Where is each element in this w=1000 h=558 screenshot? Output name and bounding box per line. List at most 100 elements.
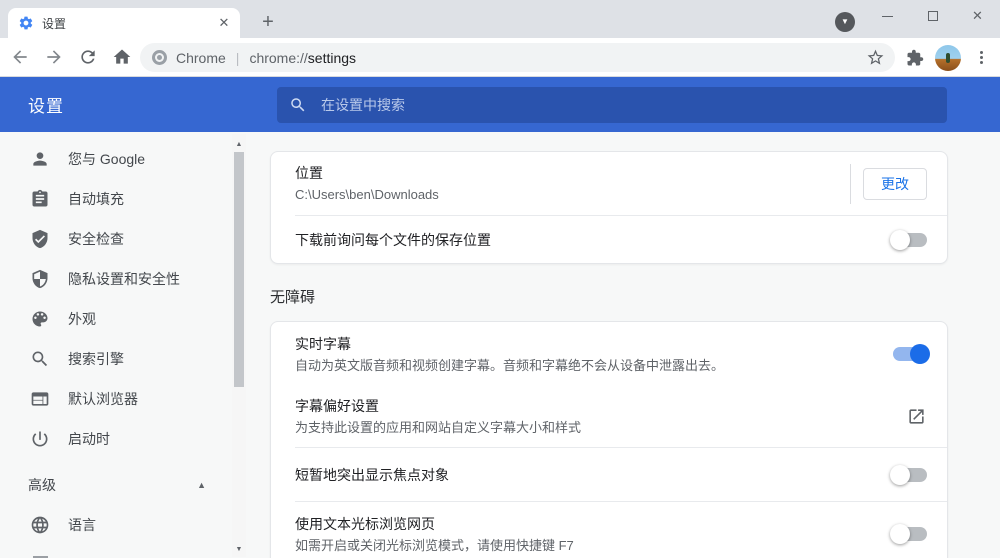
accessibility-section-title: 无障碍 bbox=[270, 289, 316, 306]
toggle-knob bbox=[890, 464, 910, 485]
sidebar-item-privacy-security[interactable]: 隐私设置和安全性 bbox=[0, 259, 232, 299]
home-button[interactable] bbox=[108, 43, 136, 71]
accessibility-card: 实时字幕 自动为英文版音频和视频创建字幕。音频和字幕绝不会从设备中泄露出去。 字… bbox=[270, 321, 948, 558]
extensions-button[interactable] bbox=[901, 44, 929, 72]
caret-browsing-row: 使用文本光标浏览网页 如需开启或关闭光标浏览模式，请使用快捷键 F7 bbox=[271, 502, 947, 558]
location-title: 位置 bbox=[295, 165, 323, 181]
chevron-up-icon: ▲ bbox=[197, 480, 206, 490]
browser-menu-button[interactable] bbox=[967, 44, 995, 72]
gear-favicon-icon bbox=[19, 16, 33, 30]
caret-browsing-toggle[interactable] bbox=[890, 524, 927, 544]
sidebar-item-autofill[interactable]: 自动填充 bbox=[0, 179, 232, 219]
sidebar-item-label: 外观 bbox=[68, 311, 96, 327]
sidebar-item-label: 默认浏览器 bbox=[68, 391, 138, 407]
window-controls: ✕ bbox=[865, 0, 1000, 38]
highlight-focus-row: 短暂地突出显示焦点对象 bbox=[271, 448, 947, 501]
sidebar-item-appearance[interactable]: 外观 bbox=[0, 299, 232, 339]
arrow-forward-icon bbox=[47, 50, 61, 64]
sidebar-item-safety-check[interactable]: 安全检查 bbox=[0, 219, 232, 259]
reload-button[interactable] bbox=[74, 43, 102, 71]
ask-download-location-toggle[interactable] bbox=[890, 229, 927, 250]
download-location-row: 位置 C:\Users\ben\Downloads 更改 bbox=[271, 152, 947, 215]
globe-icon bbox=[31, 516, 49, 534]
sidebar-item-label: 搜索引擎 bbox=[68, 351, 124, 367]
sidebar-item-default-browser[interactable]: 默认浏览器 bbox=[0, 379, 232, 419]
page-title: 设置 bbox=[28, 97, 64, 116]
sidebar-item-label: 自动填充 bbox=[68, 191, 124, 207]
ask-download-location-row: 下载前询问每个文件的保存位置 bbox=[271, 216, 947, 263]
forward-button[interactable] bbox=[40, 43, 68, 71]
vertical-separator bbox=[850, 163, 851, 204]
search-icon bbox=[32, 351, 48, 367]
caret-browsing-title: 使用文本光标浏览网页 bbox=[295, 515, 435, 532]
star-icon bbox=[867, 49, 884, 65]
scrollbar-thumb[interactable] bbox=[234, 152, 244, 387]
sidebar-item-languages[interactable]: 语言 bbox=[0, 505, 232, 545]
close-button[interactable]: ✕ bbox=[955, 0, 1000, 32]
person-icon bbox=[33, 152, 47, 166]
chrome-logo-icon bbox=[152, 50, 167, 65]
downloads-card: 位置 C:\Users\ben\Downloads 更改 下载前询问每个文件的保… bbox=[270, 151, 948, 264]
arrow-back-icon bbox=[13, 50, 27, 64]
live-caption-title: 实时字幕 bbox=[295, 335, 351, 352]
settings-content: 位置 C:\Users\ben\Downloads 更改 下载前询问每个文件的保… bbox=[232, 132, 1000, 558]
sidebar-item-label: 启动时 bbox=[68, 431, 110, 447]
sidebar-item-label: 您与 Google bbox=[68, 151, 146, 167]
content-scrollbar[interactable]: ▲ ▼ bbox=[232, 134, 246, 557]
sidebar-advanced-toggle[interactable]: 高级 ▲ bbox=[0, 465, 232, 505]
site-chip-label: Chrome bbox=[176, 49, 226, 66]
new-tab-button[interactable]: + bbox=[254, 9, 282, 37]
settings-header: 设置 bbox=[0, 77, 1000, 132]
tab-strip: 设置 ✕ + ▼ ✕ bbox=[0, 0, 1000, 38]
sidebar-item-you-and-google[interactable]: 您与 Google bbox=[0, 139, 232, 179]
chevron-down-icon: ▼ bbox=[841, 17, 849, 26]
bookmark-button[interactable] bbox=[866, 48, 886, 68]
tab-settings[interactable]: 设置 ✕ bbox=[8, 8, 240, 38]
toggle-knob bbox=[890, 524, 910, 544]
caret-browsing-desc: 如需开启或关闭光标浏览模式，请使用快捷键 F7 bbox=[295, 537, 574, 553]
live-caption-row: 实时字幕 自动为英文版音频和视频创建字幕。音频和字幕绝不会从设备中泄露出去。 bbox=[271, 322, 947, 386]
sidebar-item-label: 隐私设置和安全性 bbox=[68, 271, 180, 287]
sidebar-item-label: 语言 bbox=[68, 517, 96, 533]
home-icon bbox=[113, 49, 131, 64]
tab-title: 设置 bbox=[42, 16, 67, 31]
settings-sidebar: 您与 Google 自动填充 安全检查 隐私设置和安全性 外观 搜索引擎 默认浏… bbox=[0, 132, 232, 558]
toggle-knob bbox=[890, 229, 910, 250]
settings-search-input[interactable] bbox=[321, 97, 903, 113]
maximize-button[interactable] bbox=[910, 0, 955, 32]
browser-window: 设置 ✕ + ▼ ✕ Chrome | chrome://settings 设置… bbox=[0, 0, 1000, 558]
open-in-new-icon bbox=[909, 408, 924, 424]
shield-icon bbox=[32, 269, 48, 289]
highlight-focus-title: 短暂地突出显示焦点对象 bbox=[295, 466, 449, 483]
minimize-icon bbox=[882, 15, 893, 17]
ask-row-title: 下载前询问每个文件的保存位置 bbox=[295, 231, 491, 248]
sidebar-item-label: 安全检查 bbox=[68, 231, 124, 247]
external-link-button[interactable] bbox=[907, 407, 927, 427]
scroll-down-arrow[interactable]: ▼ bbox=[232, 542, 246, 556]
browser-toolbar: Chrome | chrome://settings bbox=[0, 38, 1000, 77]
profile-avatar[interactable] bbox=[935, 44, 961, 71]
browser-window-icon bbox=[31, 392, 49, 406]
sidebar-item-search-engine[interactable]: 搜索引擎 bbox=[0, 339, 232, 379]
back-button[interactable] bbox=[6, 43, 34, 71]
tab-close-icon[interactable]: ✕ bbox=[216, 15, 232, 31]
change-location-button[interactable]: 更改 bbox=[863, 167, 927, 200]
url-separator: | bbox=[235, 49, 240, 66]
location-path: C:\Users\ben\Downloads bbox=[295, 187, 439, 202]
caption-preferences-row[interactable]: 字幕偏好设置 为支持此设置的应用和网站自定义字幕大小和样式 bbox=[271, 386, 947, 447]
maximize-icon bbox=[927, 11, 938, 21]
tab-search-button[interactable]: ▼ bbox=[835, 12, 855, 32]
live-caption-toggle[interactable] bbox=[893, 344, 930, 364]
settings-search-box[interactable] bbox=[277, 87, 947, 123]
scroll-up-arrow[interactable]: ▲ bbox=[232, 137, 246, 151]
highlight-focus-toggle[interactable] bbox=[890, 464, 927, 485]
search-icon bbox=[291, 98, 305, 112]
palette-icon bbox=[32, 311, 48, 327]
shield-check-icon bbox=[32, 229, 48, 249]
address-bar[interactable]: Chrome | chrome://settings bbox=[140, 43, 895, 72]
minimize-button[interactable] bbox=[865, 0, 910, 32]
power-icon bbox=[32, 431, 48, 447]
clipboard-icon bbox=[32, 189, 48, 207]
sidebar-item-on-startup[interactable]: 启动时 bbox=[0, 419, 232, 459]
advanced-label: 高级 bbox=[28, 477, 56, 493]
